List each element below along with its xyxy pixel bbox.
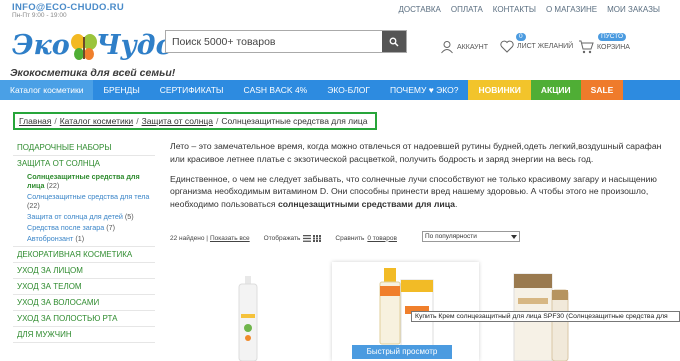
subitem-count: (22) — [27, 201, 40, 210]
found-count: 22 найдено | — [170, 234, 208, 242]
subitem-count: (7) — [106, 223, 116, 232]
category-sidebar: ПОДАРОЧНЫЕ НАБОРЫ ЗАЩИТА ОТ СОЛНЦА Солнц… — [13, 140, 155, 361]
top-link-my-orders[interactable]: МОИ ЗАКАЗЫ — [607, 5, 660, 14]
user-icon — [441, 41, 453, 54]
subitem-count: (5) — [124, 212, 134, 221]
nav-sale[interactable]: SALE — [580, 80, 624, 100]
breadcrumb-sun-protection[interactable]: Защита от солнца — [142, 116, 213, 126]
sort-select[interactable]: По популярности — [422, 231, 520, 242]
paragraph-text: . — [455, 199, 458, 210]
top-link-delivery[interactable]: ДОСТАВКА — [398, 5, 440, 14]
compare-label: Сравнить — [335, 234, 365, 242]
compare-link[interactable]: 0 товаров — [367, 235, 397, 242]
search-icon — [389, 37, 399, 46]
nav-certificates[interactable]: СЕРТИФИКАТЫ — [150, 80, 234, 100]
wishlist-link[interactable]: ЛИСТ ЖЕЛАНИЙ — [500, 40, 573, 53]
nav-promotions[interactable]: АКЦИИ — [530, 80, 581, 100]
list-view-icon[interactable] — [303, 234, 312, 242]
show-all-link[interactable]: Показать все — [210, 235, 250, 242]
sidebar-subitem-autobronzer[interactable]: Автобронзант (1) — [13, 233, 155, 247]
search-bar — [165, 30, 407, 53]
search-button[interactable] — [382, 31, 406, 52]
top-link-payment[interactable]: ОПЛАТА — [451, 5, 483, 14]
top-links: ДОСТАВКА ОПЛАТА КОНТАКТЫ О МАГАЗИНЕ МОИ … — [398, 5, 660, 14]
account-link[interactable]: АККАУНТ — [440, 40, 488, 54]
site-tagline: Экокосметика для всей семьи! — [10, 67, 176, 79]
sidebar-subitem-face-sunscreen[interactable]: Солнцезащитные средства для лица (22) — [13, 171, 155, 191]
subitem-count: (22) — [46, 181, 60, 190]
subitem-label: Средства после загара — [27, 223, 105, 232]
description-paragraph-2: Единственное, о чем не следует забывать,… — [170, 173, 670, 211]
top-link-contacts[interactable]: КОНТАКТЫ — [493, 5, 536, 14]
quick-view-button[interactable]: Быстрый просмотр — [352, 345, 452, 359]
product-card-1[interactable] — [178, 262, 325, 361]
subitem-label: Защита от солнца для детей — [27, 212, 123, 221]
breadcrumb-home[interactable]: Главная — [19, 116, 51, 126]
nav-brands[interactable]: БРЕНДЫ — [93, 80, 149, 100]
heart-icon — [500, 40, 514, 53]
subitem-label: Автобронзант — [27, 234, 74, 243]
sidebar-item-for-men[interactable]: ДЛЯ МУЖЧИН — [13, 327, 155, 343]
sidebar-item-face-care[interactable]: УХОД ЗА ЛИЦОМ — [13, 263, 155, 279]
view-toggles — [303, 234, 322, 242]
product-tooltip: Купить Крем солнцезащитный для лица SPF3… — [411, 311, 680, 322]
nav-why-eco[interactable]: ПОЧЕМУ ♥ ЭКО? — [380, 80, 468, 100]
category-description: Лето – это замечательное время, когда мо… — [170, 140, 670, 218]
logo-text-part1: Эко — [12, 30, 70, 61]
main-nav: Каталог косметики БРЕНДЫ СЕРТИФИКАТЫ CAS… — [0, 80, 680, 100]
sort-selected-value: По популярности — [425, 233, 477, 240]
sidebar-item-oral-care[interactable]: УХОД ЗА ПОЛОСТЬЮ РТА — [13, 311, 155, 327]
breadcrumb-separator: / — [54, 116, 57, 126]
nav-cashback[interactable]: CASH BACK 4% — [233, 80, 317, 100]
breadcrumb-separator: / — [136, 116, 139, 126]
sidebar-item-sun-protection[interactable]: ЗАЩИТА ОТ СОЛНЦА — [13, 156, 155, 171]
breadcrumb-catalog[interactable]: Каталог косметики — [60, 116, 133, 126]
cart-icon — [579, 40, 594, 54]
search-input[interactable] — [166, 31, 384, 52]
subitem-count: (1) — [75, 234, 85, 243]
paragraph-bold-text: солнцезащитными средствами для лица — [277, 199, 455, 210]
display-label: Отображать — [263, 234, 301, 242]
cart-link[interactable]: КОРЗИНА — [578, 40, 630, 54]
product-image-1 — [238, 276, 258, 361]
breadcrumb: Главная / Каталог косметики / Защита от … — [13, 112, 377, 130]
sidebar-item-body-care[interactable]: УХОД ЗА ТЕЛОМ — [13, 279, 155, 295]
description-paragraph-1: Лето – это замечательное время, когда мо… — [170, 141, 662, 164]
sidebar-item-gift-sets[interactable]: ПОДАРОЧНЫЕ НАБОРЫ — [13, 140, 155, 156]
chevron-down-icon — [511, 235, 517, 239]
sidebar-subitem-body-sunscreen[interactable]: Солнцезащитные средства для тела (22) — [13, 191, 155, 211]
butterfly-logo-icon — [71, 34, 97, 60]
wishlist-label: ЛИСТ ЖЕЛАНИЙ — [517, 43, 574, 50]
sidebar-item-hair-care[interactable]: УХОД ЗА ВОЛОСАМИ — [13, 295, 155, 311]
account-label: АККАУНТ — [457, 43, 488, 51]
listing-toolbar: 22 найдено | Показать все Отображать Сра… — [170, 231, 670, 245]
breadcrumb-separator: / — [215, 116, 219, 126]
top-bar: INFO@ECO-CHUDO.RU Пн-Пт 9:00 - 19:00 ДОС… — [0, 0, 680, 22]
cart-status-badge: ПУСТО — [598, 33, 627, 41]
nav-eco-blog[interactable]: ЭКО-БЛОГ — [317, 80, 380, 100]
subitem-label: Солнцезащитные средства для лица — [27, 172, 140, 190]
grid-view-icon[interactable] — [313, 234, 322, 242]
breadcrumb-current: Солнцезащитные средства для лица — [221, 116, 368, 126]
wishlist-count-badge: 0 — [516, 33, 526, 41]
working-hours: Пн-Пт 9:00 - 19:00 — [12, 12, 67, 19]
subitem-label: Солнцезащитные средства для тела — [27, 192, 150, 201]
sidebar-subitem-after-sun[interactable]: Средства после загара (7) — [13, 222, 155, 233]
logo-text-part2: Чудо — [96, 30, 174, 61]
site-logo[interactable]: Эко Чудо — [12, 28, 174, 68]
sidebar-item-makeup[interactable]: ДЕКОРАТИВНАЯ КОСМЕТИКА — [13, 247, 155, 263]
nav-new[interactable]: НОВИНКИ — [468, 80, 531, 100]
sidebar-subitem-kids-sun[interactable]: Защита от солнца для детей (5) — [13, 211, 155, 222]
nav-catalog[interactable]: Каталог косметики — [0, 80, 94, 100]
top-link-about[interactable]: О МАГАЗИНЕ — [546, 5, 597, 14]
cart-label: КОРЗИНА — [597, 43, 630, 51]
